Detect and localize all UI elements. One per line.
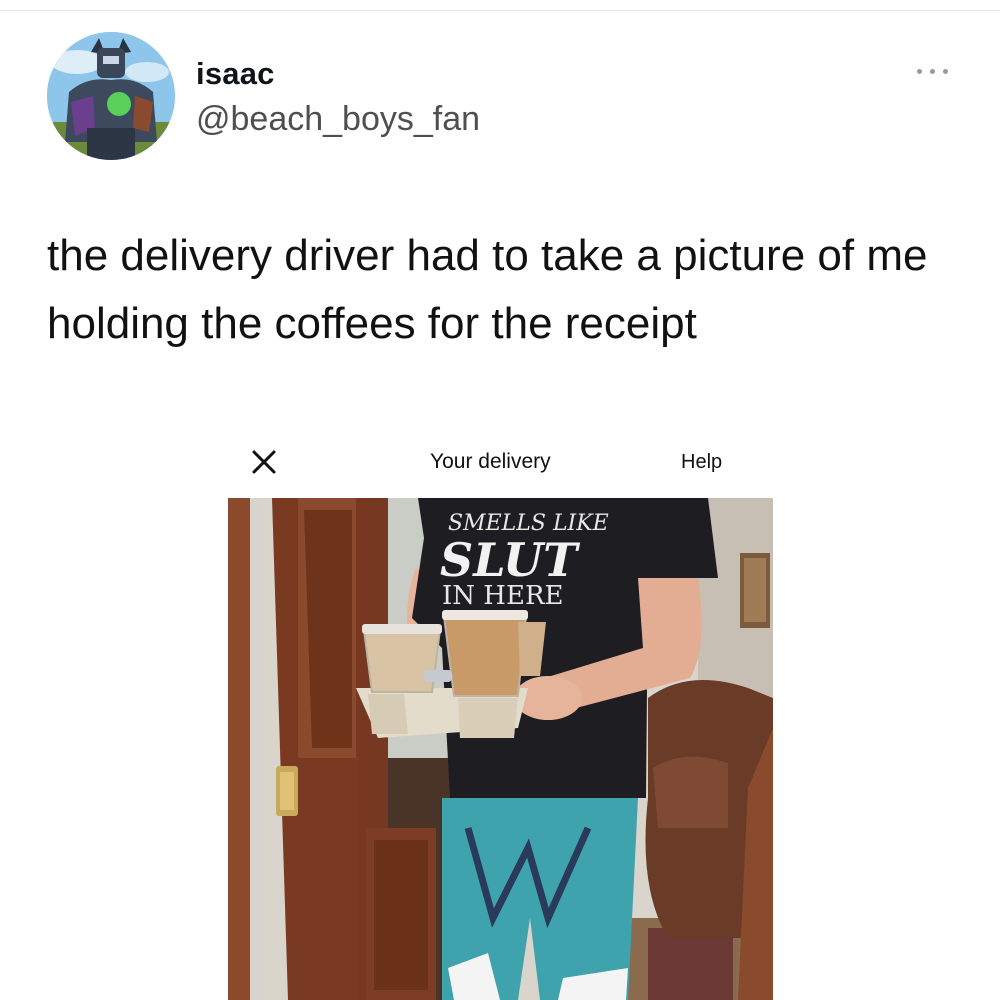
receipt-help-label: Help [681,451,723,473]
delivery-photo-illustration: SMELLS LIKE SLUT IN HERE [228,498,773,1000]
close-x-icon [250,448,278,476]
avatar[interactable] [47,32,175,160]
author-name[interactable]: isaac [196,56,275,92]
avatar-robot-illustration [47,32,175,160]
more-dots-icon[interactable] [915,60,951,80]
shirt-text-line3: IN HERE [442,581,564,611]
delivery-photo[interactable]: SMELLS LIKE SLUT IN HERE [228,498,773,1000]
tweet-text: the delivery driver had to take a pictur… [47,231,928,348]
receipt-title: Your delivery [430,450,551,473]
shirt-text-line2: SLUT [440,533,581,587]
top-divider [0,10,1000,11]
author-handle[interactable]: @beach_boys_fan [196,100,480,139]
